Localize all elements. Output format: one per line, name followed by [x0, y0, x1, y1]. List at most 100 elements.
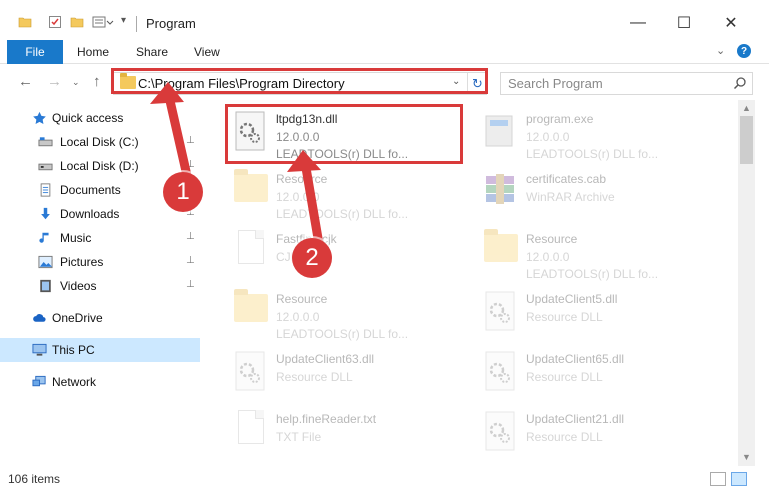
close-button[interactable]: ✕ [708, 8, 754, 38]
drive-icon [38, 137, 53, 147]
maximize-button[interactable]: ☐ [661, 8, 707, 38]
file-version: 12.0.0.0 [276, 310, 320, 324]
file-item-updateclient21-dll[interactable]: UpdateClient21.dll Resource DLL [480, 404, 720, 462]
file-item-program-exe[interactable]: program.exe 12.0.0.0 LEADTOOLS(r) DLL fo… [480, 104, 720, 162]
pin-icon[interactable]: ⊥ [186, 159, 195, 170]
minimize-button[interactable]: — [615, 8, 661, 38]
sidebar-item-label: Documents [60, 183, 121, 197]
vertical-scrollbar[interactable]: ▲ ▼ [738, 100, 755, 466]
dll-gear-icon [485, 411, 515, 451]
tab-view[interactable]: View [194, 45, 220, 59]
navigation-pane: Quick access Local Disk (C:) ⊥ Local Dis… [0, 100, 202, 466]
up-arrow-icon[interactable]: ↑ [93, 73, 101, 90]
sidebar-item-label: Local Disk (D:) [60, 159, 139, 173]
file-version: 12.0.0.0 [276, 190, 320, 204]
file-name: UpdateClient65.dll [526, 352, 625, 366]
step-badge-1: 1 [163, 172, 203, 212]
title-bar: ▾ Program — ☐ ✕ [0, 0, 769, 40]
sidebar-item-this-pc[interactable]: This PC [0, 338, 200, 362]
sidebar-item-local-disk-c[interactable]: Local Disk (C:) ⊥ [0, 130, 200, 154]
file-name: help.fineReader.txt [276, 412, 377, 426]
forward-arrow-icon[interactable]: → [47, 73, 62, 90]
sidebar-item-label: Local Disk (C:) [60, 135, 139, 149]
sidebar-item-music[interactable]: Music ⊥ [0, 226, 200, 250]
file-name: UpdateClient63.dll [276, 352, 375, 366]
file-item-resource-folder[interactable]: Resource 12.0.0.0 LEADTOOLS(r) DLL fo... [230, 164, 470, 222]
file-item-certificates-cab[interactable]: certificates.cab WinRAR Archive [480, 164, 720, 222]
pin-icon[interactable]: ⊥ [186, 255, 195, 266]
file-item-fastfind-cjk[interactable]: Fastfind.cjk CJK File [230, 224, 470, 282]
search-placeholder: Search Program [508, 76, 603, 91]
view-options-icon[interactable] [92, 15, 114, 32]
recent-locations-icon[interactable]: ⌄ [72, 77, 80, 88]
scroll-up-icon[interactable]: ▲ [742, 103, 751, 113]
pin-icon[interactable]: ⊥ [186, 231, 195, 242]
network-icon [32, 375, 46, 387]
sidebar-item-onedrive[interactable]: OneDrive [0, 306, 200, 330]
item-count: 106 items [8, 472, 61, 486]
back-arrow-icon[interactable]: ← [18, 73, 33, 90]
search-input[interactable]: Search Program [500, 72, 753, 95]
sidebar-item-label: OneDrive [52, 311, 103, 325]
pin-icon[interactable]: ⊥ [186, 135, 195, 146]
scrollbar-thumb[interactable] [740, 116, 753, 164]
folder-icon[interactable] [18, 15, 32, 32]
sidebar-item-label: Network [52, 375, 97, 389]
help-button[interactable]: ? [737, 44, 751, 58]
file-item-resource-folder[interactable]: Resource 12.0.0.0 LEADTOOLS(r) DLL fo... [230, 284, 470, 342]
pin-icon[interactable]: ⊥ [186, 279, 195, 290]
document-icon [230, 228, 270, 276]
sidebar-item-label: Videos [60, 279, 97, 293]
file-name: UpdateClient5.dll [526, 292, 618, 306]
sidebar-item-pictures[interactable]: Pictures ⊥ [0, 250, 200, 274]
search-icon[interactable] [733, 76, 747, 90]
file-item-updateclient5-dll[interactable]: UpdateClient5.dll Resource DLL [480, 284, 720, 342]
scroll-down-icon[interactable]: ▼ [742, 452, 751, 462]
file-item-help-finereader-txt[interactable]: help.fineReader.txt TXT File [230, 404, 470, 462]
sidebar-item-network[interactable]: Network [0, 370, 200, 394]
file-type: TXT File [276, 430, 322, 444]
sidebar-item-label: Downloads [60, 207, 120, 221]
step-badge-2: 2 [292, 238, 332, 278]
file-version: 12.0.0.0 [526, 130, 570, 144]
file-item-updateclient65-dll[interactable]: UpdateClient65.dll Resource DLL [480, 344, 720, 402]
pictures-icon [38, 255, 53, 269]
window-title: Program [146, 16, 196, 31]
dll-gear-icon [485, 351, 515, 391]
large-icons-view-icon[interactable] [731, 472, 747, 486]
file-description: LEADTOOLS(r) DLL fo... [276, 327, 409, 341]
folder-icon [480, 228, 520, 276]
details-view-icon[interactable] [710, 472, 726, 486]
tab-home[interactable]: Home [77, 45, 109, 59]
file-type: WinRAR Archive [526, 190, 615, 204]
new-folder-icon[interactable] [70, 15, 84, 32]
file-type: Resource DLL [526, 430, 603, 444]
file-name: Resource [276, 292, 328, 306]
title-separator [136, 16, 137, 32]
file-name: Resource [526, 232, 578, 246]
file-description: LEADTOOLS(r) DLL fo... [526, 147, 659, 161]
tab-file[interactable]: File [7, 40, 63, 64]
file-item-updateclient63-dll[interactable]: UpdateClient63.dll Resource DLL [230, 344, 470, 402]
star-icon [33, 111, 46, 124]
expand-ribbon-icon[interactable]: ⌄ [716, 44, 725, 57]
videos-icon [40, 279, 51, 293]
customize-toolbar-icon[interactable]: ▾ [121, 15, 126, 26]
file-description: LEADTOOLS(r) DLL fo... [276, 207, 409, 221]
file-item-resource-folder[interactable]: Resource 12.0.0.0 LEADTOOLS(r) DLL fo... [480, 224, 720, 282]
music-icon [39, 232, 49, 243]
sidebar-item-quick-access[interactable]: Quick access [0, 106, 200, 130]
file-highlight-box [225, 104, 463, 164]
file-name: certificates.cab [526, 172, 607, 186]
sidebar-item-videos[interactable]: Videos ⊥ [0, 274, 200, 298]
properties-icon[interactable] [48, 15, 62, 32]
dll-gear-icon [485, 291, 515, 331]
downloads-icon [41, 207, 50, 220]
address-highlight-box [111, 68, 488, 94]
sidebar-item-label: This PC [52, 343, 95, 357]
sidebar-item-local-disk-d[interactable]: Local Disk (D:) ⊥ [0, 154, 200, 178]
tab-share[interactable]: Share [136, 45, 168, 59]
document-icon [230, 408, 270, 456]
file-name: program.exe [526, 112, 594, 126]
sidebar-item-label: Pictures [60, 255, 104, 269]
